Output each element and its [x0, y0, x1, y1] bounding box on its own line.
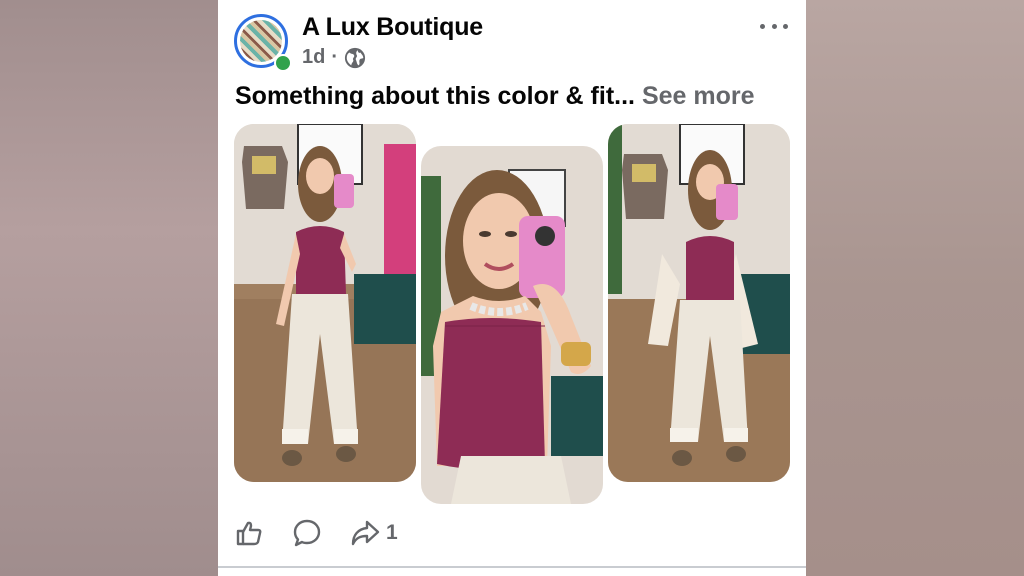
share-button[interactable]: 1	[350, 518, 398, 548]
globe-icon	[344, 47, 366, 68]
card-divider	[218, 566, 806, 568]
comment-icon	[293, 519, 321, 547]
more-dot	[771, 23, 777, 29]
more-dot	[760, 23, 765, 29]
photo-2-illustration	[421, 146, 603, 504]
post-actions: 1	[234, 518, 426, 548]
post-card: A Lux Boutique 1d · Something about this…	[218, 0, 806, 576]
like-icon	[236, 521, 262, 546]
post-caption: Something about this color & fit... See …	[235, 82, 755, 111]
photo-1-illustration	[234, 124, 416, 482]
post-meta: 1d ·	[302, 46, 366, 69]
background-right	[806, 0, 1024, 576]
see-more-link[interactable]: See more	[642, 82, 755, 110]
background-left	[0, 0, 218, 576]
online-status-dot	[274, 54, 292, 72]
like-button[interactable]	[234, 518, 264, 548]
post-photo-3[interactable]	[608, 124, 790, 482]
photo-3-illustration	[608, 124, 790, 482]
meta-separator: ·	[331, 46, 339, 68]
post-photo-2[interactable]	[421, 146, 603, 504]
more-dot	[783, 23, 788, 29]
comment-button[interactable]	[292, 518, 322, 548]
share-count: 1	[386, 521, 398, 544]
caption-text: Something about this color & fit...	[235, 82, 635, 110]
page-name[interactable]: A Lux Boutique	[302, 13, 483, 42]
post-photo-1[interactable]	[234, 124, 416, 482]
post-menu-button[interactable]	[760, 16, 788, 36]
post-time[interactable]: 1d	[302, 46, 325, 69]
share-icon	[351, 520, 380, 546]
